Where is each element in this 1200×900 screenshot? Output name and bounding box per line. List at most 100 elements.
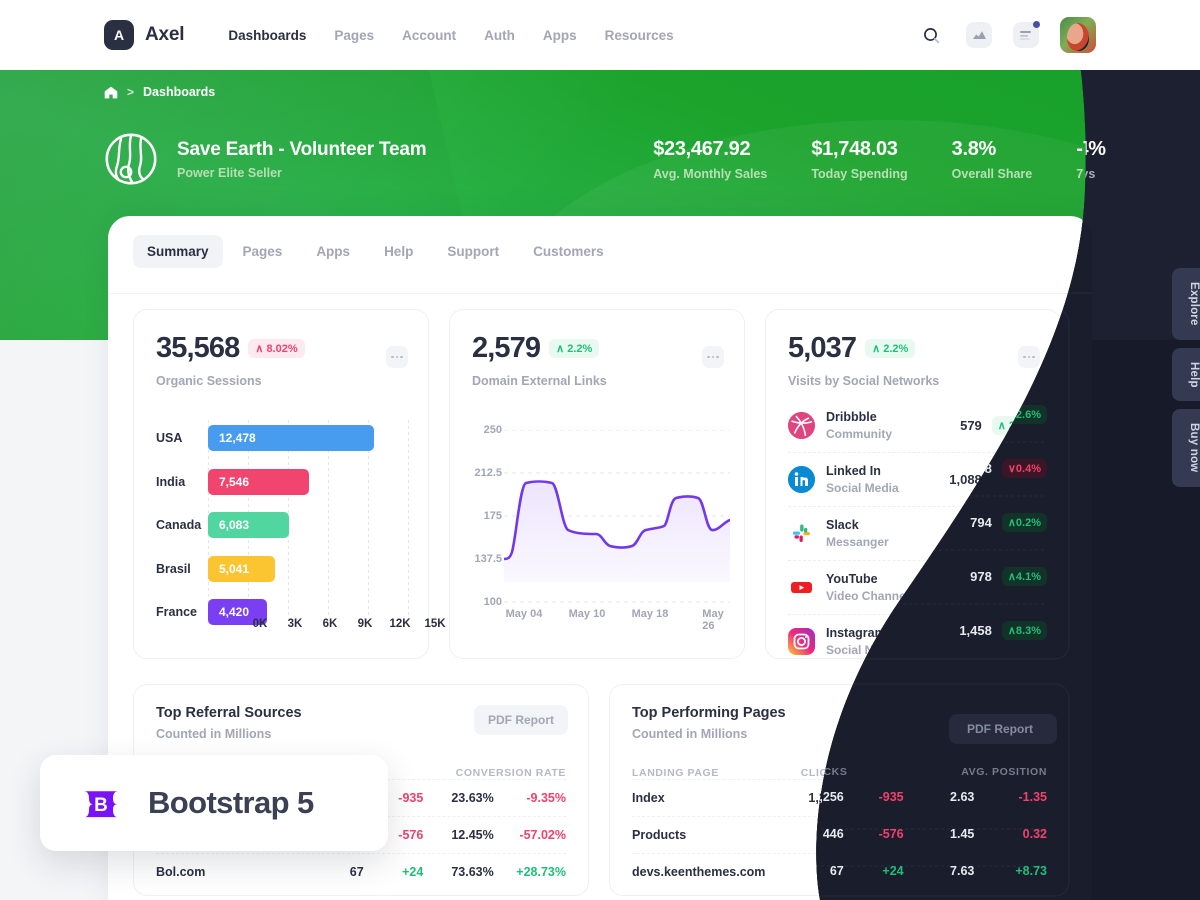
cell-avg-position: 7.63	[945, 865, 970, 879]
nav-item-dashboards[interactable]: Dashboards	[228, 28, 306, 43]
list-item[interactable]: Dribbble Community 579 ∧ 2.6%	[788, 398, 1040, 452]
cell-clicks: 446	[818, 828, 840, 842]
home-icon[interactable]	[104, 86, 118, 99]
x-tick: 0K	[252, 618, 268, 630]
delta-arrow-icon: ∧	[997, 582, 1006, 594]
brand-logo[interactable]: A Axel	[104, 20, 185, 50]
breadcrumb-current[interactable]: Dashboards	[143, 85, 215, 99]
list-item[interactable]: Linked In Social Media 1,088 ∨ 0.4%	[788, 452, 1040, 506]
tab-help[interactable]: Help	[370, 235, 427, 268]
notification-badge	[1033, 21, 1040, 28]
card-domain-external-links: 2,579 ∧ 2.2% Domain External Links 250 2…	[449, 309, 745, 659]
table-row[interactable]: Bol.com 67 +24 73.63% +28.73%	[156, 853, 566, 890]
delta-arrow-icon: ∨	[997, 474, 1006, 486]
social-desc: Social Media	[826, 481, 899, 495]
tab-summary[interactable]: Summary	[133, 235, 223, 268]
bar-value: 5,041	[208, 555, 275, 582]
linkedin-icon	[788, 466, 815, 493]
avatar[interactable]	[1060, 17, 1096, 53]
column-header-avg-position: AVG. POSITION	[956, 767, 1042, 779]
cell-position-delta: +8.73	[1010, 865, 1042, 879]
social-name: Dribbble	[826, 409, 877, 424]
card-options-button[interactable]	[386, 346, 408, 368]
cell-conversion-rate: 12.45%	[451, 828, 494, 842]
bar-label: Brasil	[156, 561, 191, 576]
card-organic-sessions: 35,568 ∧ 8.02% Organic Sessions USA 12,4…	[133, 309, 446, 659]
table-row[interactable]: Index 1,256 -935 2.63 -1.35	[632, 779, 1042, 816]
delta-value: 0.4%	[1008, 474, 1034, 486]
slack-icon	[788, 520, 815, 547]
table-row[interactable]: Products 446 -576 1.45 0.32	[632, 816, 1042, 853]
side-tab-explore[interactable]: Explore	[1172, 268, 1200, 340]
column-header-conversion-rate: CONVERSION RATE	[455, 767, 566, 779]
panel-divider	[108, 293, 1092, 294]
card-headline: 35,568 ∧ 8.02%	[156, 332, 406, 365]
stat-avg-monthly-sales: $23,467.92 Avg. Monthly Sales	[653, 138, 767, 181]
x-tick: 3K	[287, 618, 303, 630]
bootstrap-label: Bootstrap 5	[148, 785, 314, 820]
social-name: Instagram	[826, 626, 886, 640]
x-tick: 12K	[389, 618, 411, 630]
stat-label: 7 Days	[1076, 167, 1117, 181]
cell-sessions: 67	[349, 865, 364, 879]
column-header-landing-page: LANDING PAGE	[632, 767, 719, 779]
social-name: YouTube	[826, 572, 878, 586]
nav-item-account[interactable]: Account	[402, 28, 456, 43]
cell-landing-page: Products	[632, 828, 687, 842]
nav-item-pages[interactable]: Pages	[334, 28, 374, 43]
card-options-button[interactable]	[1018, 346, 1040, 368]
social-desc: Messanger	[826, 535, 889, 549]
list-item[interactable]: Slack Messanger 794 ∧ 0.2%	[788, 506, 1040, 560]
x-tick: May 10	[568, 608, 606, 620]
bootstrap-badge[interactable]: B Bootstrap 5	[40, 755, 388, 851]
delta-value: 8.02%	[266, 343, 298, 355]
stat-value: $1,748.03	[811, 138, 898, 160]
activity-icon[interactable]	[966, 22, 992, 48]
social-delta-badge: ∨ 0.4%	[991, 470, 1040, 489]
chart-x-axis: May 04 May 10 May 18 May 26	[505, 608, 730, 632]
brand-mark-icon: A	[104, 20, 134, 50]
social-desc: Video Channel	[826, 589, 910, 603]
top-navigation-bar: A Axel Dashboards Pages Account Auth App…	[0, 0, 1200, 70]
table-row[interactable]: devs.keenthemes.com 67 +24 7.63 +8.73	[632, 853, 1042, 890]
tab-support[interactable]: Support	[433, 235, 513, 268]
stat-7-days: -7.4% 7 Days	[1076, 138, 1127, 181]
pdf-report-button[interactable]: PDF Report	[474, 705, 568, 735]
delta-arrow-icon: ∧	[997, 419, 1006, 432]
tab-customers[interactable]: Customers	[519, 235, 618, 268]
breadcrumb: > Dashboards	[104, 85, 215, 99]
pdf-report-button[interactable]: PDF Report	[950, 705, 1044, 735]
card-options-button[interactable]	[702, 346, 724, 368]
search-icon[interactable]	[917, 21, 945, 49]
tab-pages[interactable]: Pages	[229, 235, 297, 268]
earth-globe-icon	[105, 133, 157, 185]
y-tick: 212.5	[474, 467, 502, 479]
social-name: Linked In	[826, 464, 881, 478]
side-tabs: Explore Help Buy now	[1172, 268, 1200, 487]
delta-value: 2.2%	[883, 343, 909, 355]
tab-apps[interactable]: Apps	[302, 235, 364, 268]
notes-icon[interactable]	[1013, 21, 1040, 48]
nav-item-auth[interactable]: Auth	[484, 28, 515, 43]
table-header-row: LANDING PAGE CLICKS AVG. POSITION	[632, 767, 1042, 779]
cell-conversion-delta: -9.35%	[526, 791, 566, 805]
stat-value: -7.4%	[1076, 138, 1127, 160]
metric-cards-row: 35,568 ∧ 8.02% Organic Sessions USA 12,4…	[133, 309, 1061, 659]
cell-position-delta: 0.32	[1017, 828, 1042, 842]
list-item[interactable]: YouTube Video Channel 978 ∧ 4.1%	[788, 560, 1040, 614]
card-delta-badge: ∧ 8.02%	[248, 339, 305, 358]
social-value: 1,088	[949, 472, 982, 487]
x-tick: May 04	[505, 608, 543, 620]
cell-landing-page: devs.keenthemes.com	[632, 865, 766, 879]
team-title: Save Earth - Volunteer Team	[177, 138, 427, 160]
cell-referral: Bol.com	[156, 865, 206, 879]
delta-value: 2.6%	[1008, 419, 1034, 432]
list-item[interactable]: Instagram Social Network 1,458 ∧ 8.3%	[788, 614, 1040, 668]
side-tab-help[interactable]: Help	[1172, 347, 1200, 402]
nav-item-resources[interactable]: Resources	[605, 28, 674, 43]
organic-sessions-bar-chart: USA 12,478 India 7,546 Canada 6,083 Bras…	[156, 420, 446, 635]
card-subtitle: Domain External Links	[472, 374, 607, 388]
nav-item-apps[interactable]: Apps	[543, 28, 577, 43]
x-tick: 15K	[424, 618, 446, 630]
side-tab-buy-now[interactable]: Buy now	[1172, 409, 1200, 487]
